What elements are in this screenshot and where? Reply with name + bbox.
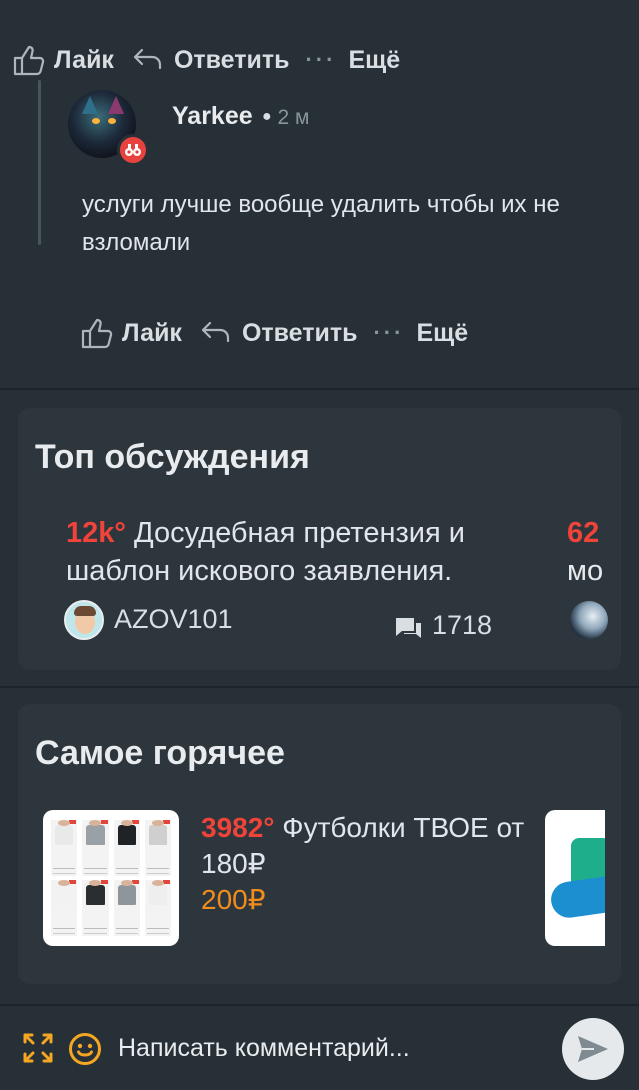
expand-icon[interactable] (22, 1032, 54, 1064)
emoji-icon[interactable] (68, 1032, 102, 1066)
time-separator: ● (262, 108, 272, 125)
peek-temperature: 62 (567, 517, 600, 549)
peek-title: мо (567, 555, 604, 587)
badge-icon (117, 134, 149, 166)
discussion-title: Досудебная претензия и шаблон искового з… (66, 517, 465, 587)
comment-time: ● 2 м (262, 106, 309, 130)
comment-actions: Лайк Ответить ··· Ещё (80, 313, 468, 353)
author-avatar (64, 600, 104, 640)
send-icon (578, 1036, 608, 1062)
peek-author-avatar (570, 601, 608, 639)
deal-item[interactable]: 3982° Футболки ТВОЕ от 180₽ 200₽ (201, 810, 531, 918)
prev-comment-actions: Лайк Ответить ··· Ещё (12, 40, 400, 80)
top-discussions-card: Топ обсуждения 12k° Досудебная претензия… (18, 408, 621, 670)
more-label: Ещё (416, 318, 469, 347)
prev-reply-button[interactable]: Ответить (132, 45, 290, 75)
like-icon (13, 45, 45, 76)
comment-username[interactable]: Yarkee (172, 102, 253, 131)
deal-price: 200₽ (201, 884, 266, 915)
more-button[interactable]: ··· Ещё (373, 319, 468, 348)
hottest-title: Самое горячее (35, 734, 285, 772)
more-dots-icon: ··· (373, 320, 405, 345)
comment-text: услуги лучше вообще удалить чтобы их не … (82, 191, 560, 256)
comments-icon (396, 618, 421, 638)
deal-image[interactable] (43, 810, 179, 946)
prev-more-label: Ещё (348, 45, 401, 74)
send-button[interactable] (562, 1018, 624, 1080)
reply-label: Ответить (241, 318, 358, 347)
more-dots-icon: ··· (305, 47, 337, 72)
reply-icon (201, 321, 230, 343)
comment-input[interactable]: Написать комментарий... (118, 1034, 410, 1063)
deal-temperature: 3982° (201, 812, 275, 843)
like-button[interactable]: Лайк (80, 317, 182, 349)
hottest-card: Самое горячее 3982° Футболки ТВОЕ от 180… (18, 704, 621, 984)
prev-more-button[interactable]: ··· Ещё (305, 46, 400, 75)
comment-composer: Написать комментарий... (0, 1004, 639, 1090)
reply-button[interactable]: Ответить (200, 318, 358, 348)
discussion-item[interactable]: 12k° Досудебная претензия и шаблон исков… (66, 514, 536, 590)
discussion-item-peek[interactable]: 62 мо (567, 514, 603, 590)
reply-icon (133, 48, 162, 70)
like-label: Лайк (122, 318, 182, 347)
prev-reply-label: Ответить (173, 45, 290, 74)
prev-like-button[interactable]: Лайк (12, 44, 114, 76)
prev-like-label: Лайк (54, 45, 114, 74)
divider (0, 388, 639, 390)
top-discussions-title: Топ обсуждения (35, 438, 310, 476)
discussion-author[interactable]: AZOV101 (114, 604, 233, 635)
discussion-temperature: 12k° (66, 517, 126, 549)
discussion-comments-count: 1718 (432, 610, 493, 640)
deal-image-peek[interactable] (545, 810, 605, 946)
like-icon (81, 318, 113, 349)
thread-line (38, 80, 41, 245)
time-value: 2 м (277, 106, 310, 129)
divider (0, 686, 639, 688)
